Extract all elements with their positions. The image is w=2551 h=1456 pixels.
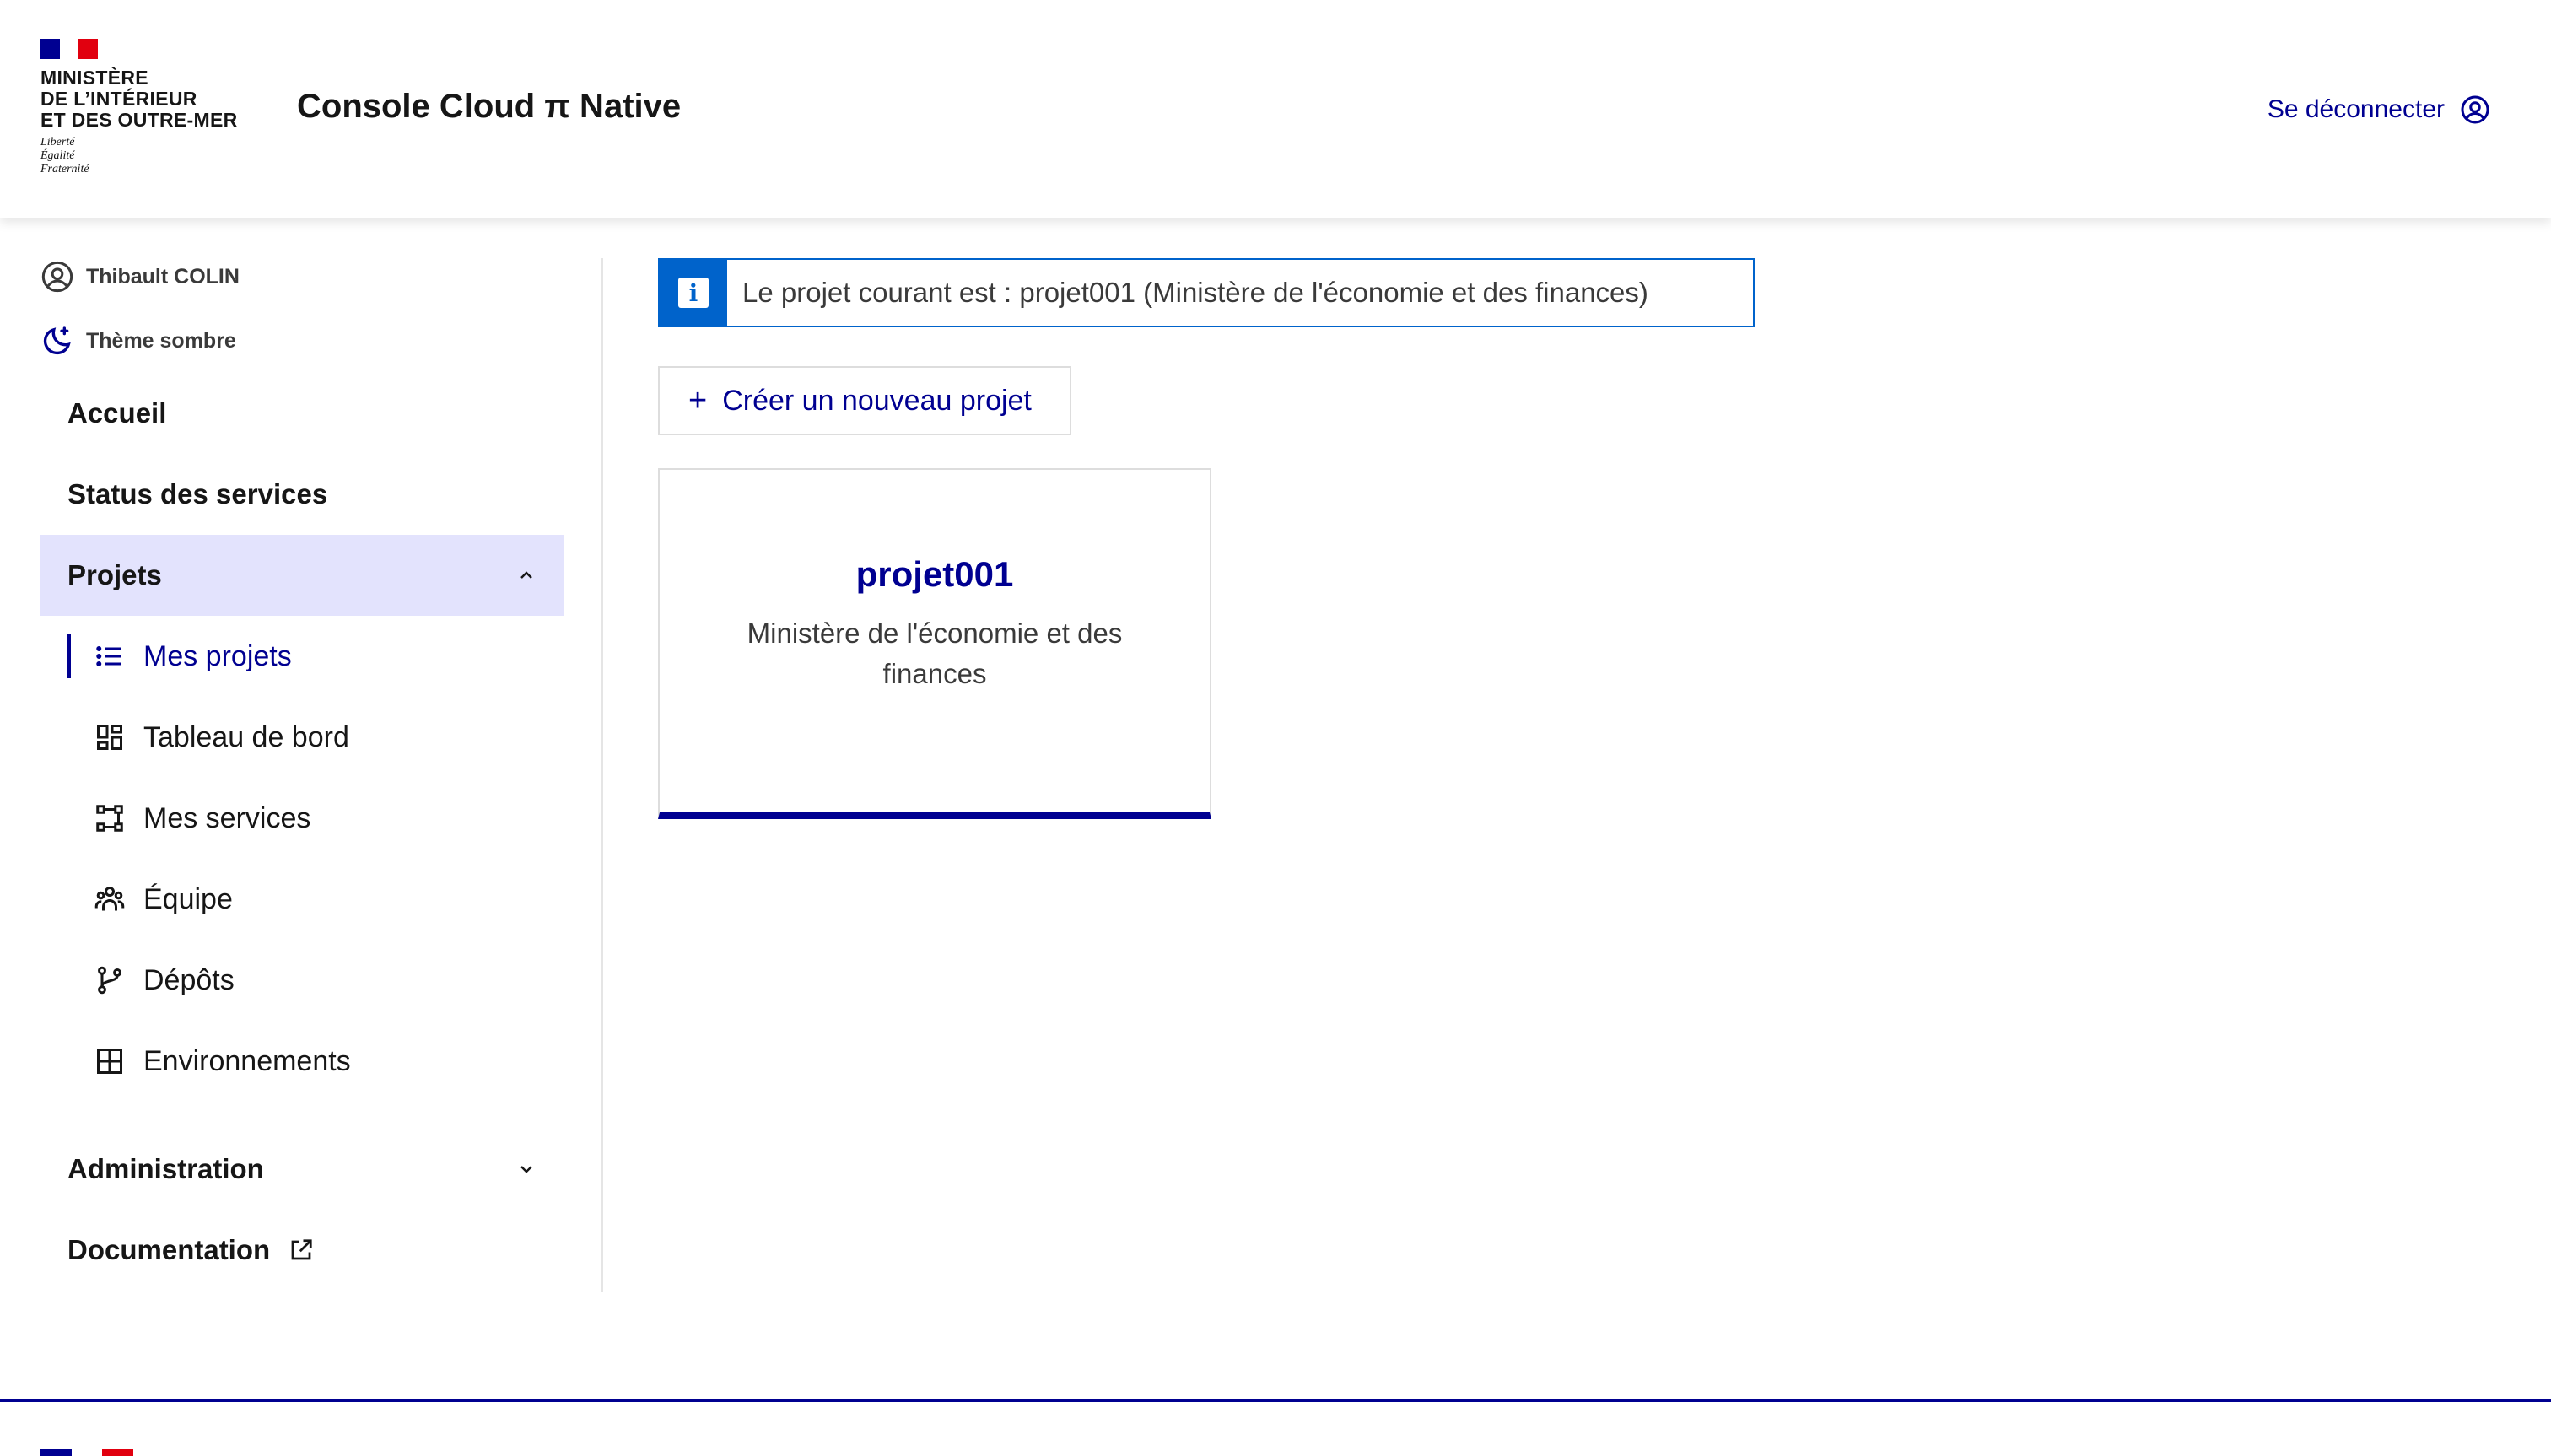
sidebar-item-label: Dépôts <box>143 963 235 996</box>
sidebar-item-label: Environnements <box>143 1044 351 1077</box>
chevron-down-icon <box>520 1166 532 1173</box>
marianne-flag-icon <box>40 39 99 59</box>
ministry-name: MINISTÈRE DE L’INTÉRIEUR ET DES OUTRE-ME… <box>40 67 238 131</box>
footer-flag-icon <box>40 1449 134 1456</box>
grid-icon <box>97 1049 122 1074</box>
sidebar-item-repositories[interactable]: Dépôts <box>67 940 564 1021</box>
sidebar-item-label: Mes services <box>143 801 311 834</box>
moon-icon <box>43 326 71 355</box>
header: MINISTÈRE DE L’INTÉRIEUR ET DES OUTRE-ME… <box>0 0 2551 218</box>
dashboard-icon <box>97 725 122 750</box>
project-card-title[interactable]: projet001 <box>660 554 1210 595</box>
user-circle-icon <box>2461 95 2489 124</box>
nav-item-projects[interactable]: Projets <box>40 535 564 616</box>
nav-item-documentation[interactable]: Documentation <box>40 1210 564 1291</box>
sidebar-item-label: Équipe <box>143 882 233 915</box>
nav-label: Documentation <box>67 1234 271 1265</box>
info-icon: i <box>660 260 727 326</box>
create-project-label: Créer un nouveau projet <box>722 384 1032 417</box>
plus-icon: + <box>688 383 708 418</box>
sidebar-item-my-projects[interactable]: Mes projets <box>67 616 564 697</box>
sidebar-divider <box>601 258 603 1292</box>
dark-theme-toggle[interactable]: Thème sombre <box>40 324 236 358</box>
nav-label: Projets <box>67 559 162 590</box>
nav-item-status[interactable]: Status des services <box>40 454 564 535</box>
team-icon <box>94 887 125 911</box>
user-circle-icon <box>41 261 73 293</box>
sidebar-item-team[interactable]: Équipe <box>67 859 564 940</box>
list-icon <box>96 646 121 666</box>
logout-label: Se déconnecter <box>2267 95 2445 123</box>
chevron-up-icon <box>520 571 532 579</box>
nav-item-administration[interactable]: Administration <box>40 1129 564 1210</box>
external-link-icon <box>291 1239 312 1260</box>
project-card[interactable]: projet001 Ministère de l'économie et des… <box>658 468 1211 819</box>
logout-button[interactable]: Se déconnecter <box>2268 94 2490 125</box>
sidebar-item-environments[interactable]: Environnements <box>67 1021 564 1102</box>
create-project-button[interactable]: + Créer un nouveau projet <box>658 366 1071 435</box>
services-icon <box>96 805 123 832</box>
nav-label: Accueil <box>67 397 167 429</box>
current-project-alert: i Le projet courant est : projet001 (Min… <box>658 258 1755 327</box>
ministry-logo[interactable]: MINISTÈRE DE L’INTÉRIEUR ET DES OUTRE-ME… <box>40 39 260 176</box>
project-card-organization: Ministère de l'économie et des finances <box>747 617 1123 689</box>
alert-text: Le projet courant est : projet001 (Minis… <box>742 277 1648 308</box>
nav-item-home[interactable]: Accueil <box>40 373 564 454</box>
theme-label: Thème sombre <box>86 328 236 353</box>
sidebar-item-label: Tableau de bord <box>143 720 349 753</box>
sidebar-item-label: Mes projets <box>143 639 292 672</box>
service-title[interactable]: Console Cloud π Native <box>297 88 681 126</box>
git-branch-icon <box>98 966 121 995</box>
user-profile[interactable]: Thibault COLIN <box>40 260 240 294</box>
footer-border <box>0 1399 2551 1402</box>
sidebar-item-dashboard[interactable]: Tableau de bord <box>67 697 564 778</box>
nav-label: Administration <box>67 1153 264 1184</box>
republic-motto: Liberté Égalité Fraternité <box>40 136 89 175</box>
sidebar-item-services[interactable]: Mes services <box>67 778 564 859</box>
user-name: Thibault COLIN <box>86 264 240 289</box>
nav-label: Status des services <box>67 478 328 510</box>
